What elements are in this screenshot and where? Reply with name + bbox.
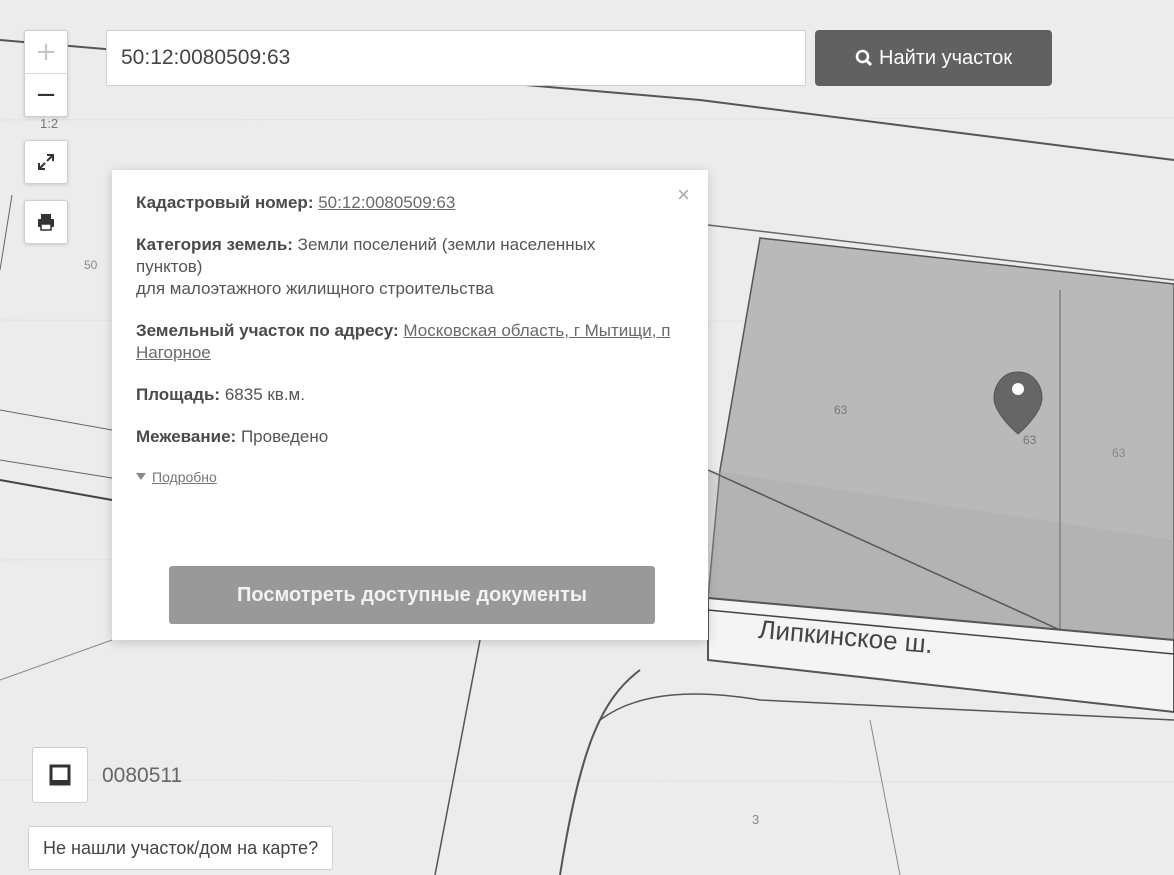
parcel-label: 63 <box>1023 433 1037 447</box>
parcel-label: 63 <box>834 403 848 417</box>
caret-down-icon <box>136 473 146 480</box>
parcel-label: 50 <box>84 258 98 272</box>
cadastral-number-link[interactable]: 50:12:0080509:63 <box>318 193 455 212</box>
search-icon <box>855 49 873 67</box>
parcel-info-popup: × Кадастровый номер: 50:12:0080509:63 Ка… <box>112 170 708 640</box>
address-label: Земельный участок по адресу: <box>136 321 399 340</box>
print-icon <box>38 214 54 231</box>
cadastral-number-label: Кадастровый номер: <box>136 193 314 212</box>
scale-label: 1:2 <box>40 116 59 131</box>
survey-row: Межевание: Проведено <box>136 426 684 448</box>
area-row: Площадь: 6835 кв.м. <box>136 384 684 406</box>
details-toggle[interactable]: Подробно <box>136 469 217 485</box>
parcel-label: 3 <box>752 812 760 827</box>
not-found-button[interactable]: Не нашли участок/дом на карте? <box>28 826 334 870</box>
find-parcel-label: Найти участок <box>879 46 1012 69</box>
find-parcel-button[interactable]: Найти участок <box>815 30 1052 86</box>
land-category-label: Категория земель: <box>136 235 293 254</box>
zoom-in-button[interactable]: + <box>25 31 67 73</box>
expand-icon <box>38 154 54 170</box>
cadastral-search-input[interactable] <box>106 30 806 86</box>
address-row: Земельный участок по адресу: Московская … <box>136 320 684 364</box>
parcel-label: 63 <box>1112 446 1126 460</box>
details-label: Подробно <box>152 469 217 485</box>
survey-value: Проведено <box>240 427 329 446</box>
cadastral-number-row: Кадастровый номер: 50:12:0080509:63 <box>136 192 684 214</box>
land-category-row: Категория земель: Земли поселений (земли… <box>136 234 606 300</box>
layers-button[interactable] <box>32 747 88 803</box>
close-icon[interactable]: × <box>677 182 690 208</box>
zoom-out-button[interactable]: − <box>25 73 67 116</box>
area-value: 6835 кв.м. <box>224 385 305 404</box>
fullscreen-button[interactable] <box>24 140 68 184</box>
survey-label: Межевание: <box>136 427 237 446</box>
quarter-number: 0080511 <box>102 764 183 787</box>
area-label: Площадь: <box>136 385 221 404</box>
square-icon <box>49 764 71 786</box>
zoom-control: + − <box>24 30 68 117</box>
view-documents-button[interactable]: Посмотреть доступные документы <box>169 566 655 624</box>
print-button[interactable] <box>24 200 68 244</box>
land-use-value: для малоэтажного жилищного строительства <box>136 279 494 298</box>
